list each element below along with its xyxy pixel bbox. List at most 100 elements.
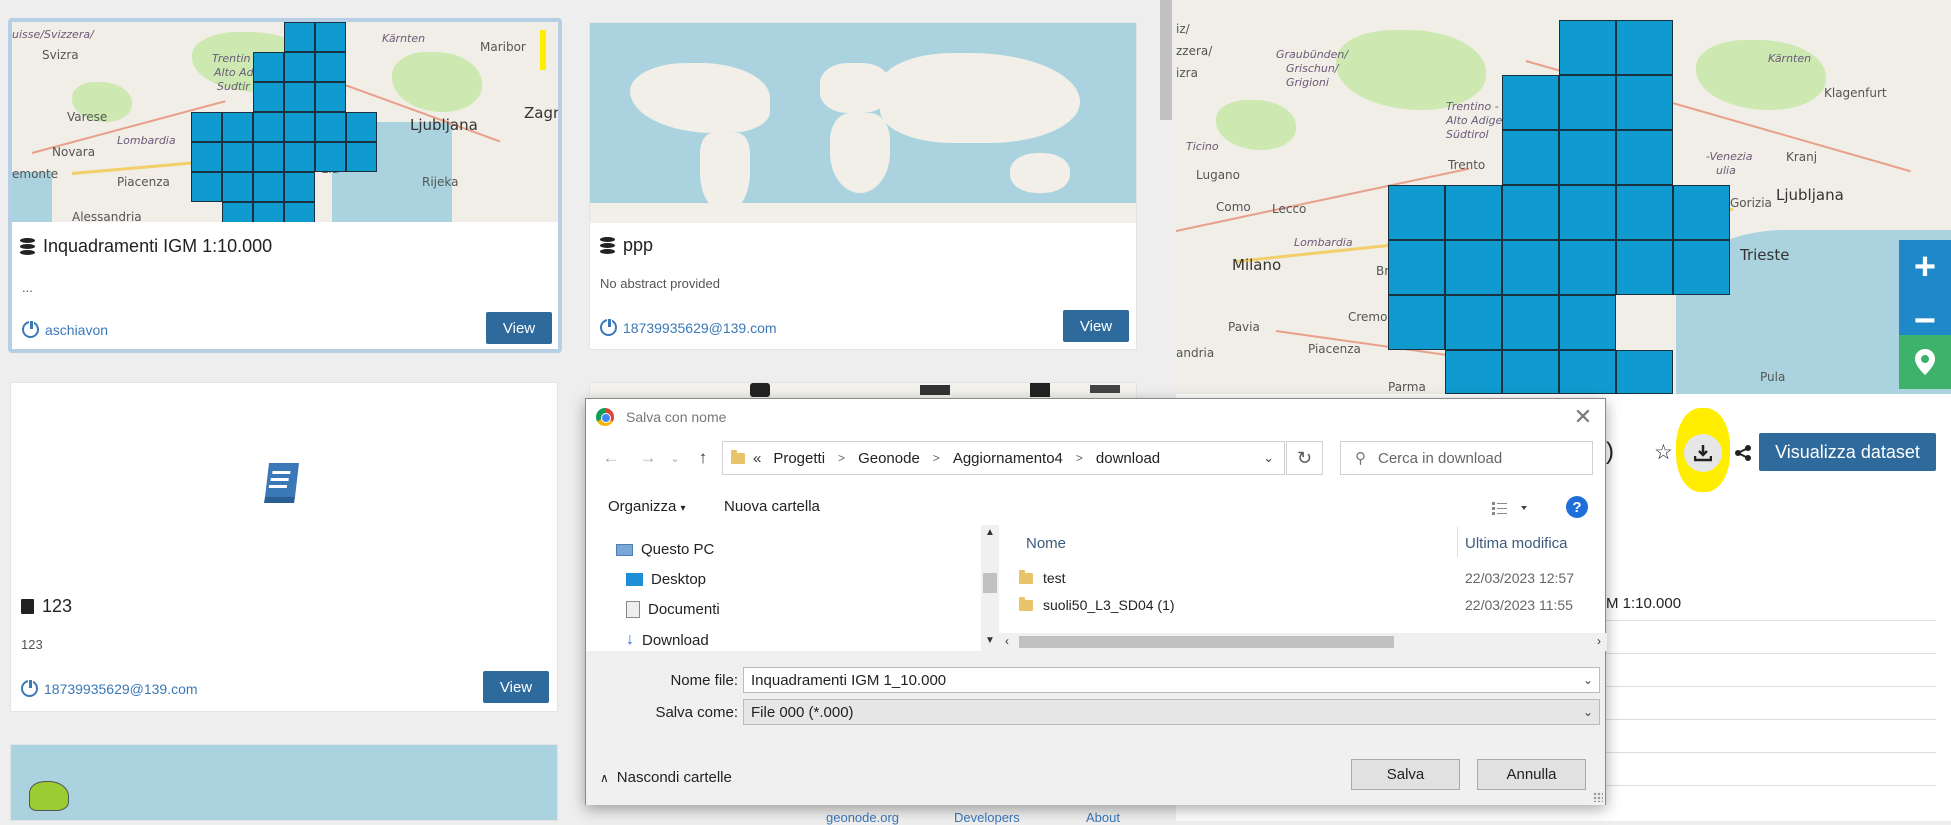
horizontal-scrollbar[interactable]: ‹ › — [999, 633, 1607, 651]
map-label: Piacenza — [117, 175, 170, 189]
save-button[interactable]: Salva — [1351, 759, 1460, 790]
new-folder-button[interactable]: Nuova cartella — [724, 498, 820, 515]
recent-chevron-icon[interactable]: ⌄ — [664, 445, 686, 471]
up-arrow-icon[interactable]: ↑ — [692, 445, 714, 471]
save-as-dialog[interactable]: Salva con nome ✕ ← → ⌄ ↑ « Progetti > Geo… — [585, 398, 1607, 805]
card-title-text: 123 — [42, 596, 73, 616]
map-label: Pula — [1760, 370, 1786, 384]
dialog-titlebar[interactable]: Salva con nome ✕ — [586, 399, 1605, 435]
breadcrumb-item[interactable]: download — [1096, 450, 1160, 467]
map-label: Parma — [1388, 380, 1426, 394]
documents-icon — [626, 601, 640, 618]
map-label: iz/ — [1176, 22, 1190, 36]
back-arrow-icon[interactable]: ← — [600, 445, 622, 471]
breadcrumb-item[interactable]: Geonode — [858, 450, 920, 467]
user-icon — [22, 320, 39, 338]
tree-scrollbar[interactable]: ▲ ▼ — [981, 525, 999, 651]
map-label: Südtirol — [1446, 128, 1489, 141]
dataset-card-ppp[interactable]: ppp No abstract provided 18739935629@139… — [589, 22, 1137, 350]
address-bar[interactable]: « Progetti > Geonode > Aggiornamento4 > dow… — [722, 441, 1285, 475]
resize-grip[interactable] — [1593, 792, 1603, 802]
card-title[interactable]: 123 — [21, 596, 72, 617]
cancel-button[interactable]: Annulla — [1477, 759, 1586, 790]
address-dropdown-icon[interactable]: ⌄ — [1263, 450, 1274, 466]
highlight-mark — [540, 30, 546, 70]
column-divider — [1457, 527, 1458, 557]
view-button[interactable]: View — [483, 671, 549, 703]
footer-link[interactable]: About — [1086, 810, 1120, 825]
view-button[interactable]: View — [486, 312, 552, 344]
filename-input[interactable]: Inquadramenti IGM 1_10.000 ⌄ — [743, 667, 1600, 693]
close-icon[interactable]: ✕ — [1569, 403, 1597, 431]
folder-icon — [731, 449, 745, 464]
tree-item-this-pc[interactable]: Questo PC — [616, 541, 714, 558]
card-owner[interactable]: aschiavon — [22, 320, 108, 338]
chevron-down-icon[interactable]: ⌄ — [1583, 705, 1593, 719]
file-row[interactable]: test — [1019, 569, 1066, 586]
refresh-icon[interactable]: ↻ — [1286, 441, 1323, 475]
view-options-icon[interactable] — [1491, 500, 1531, 516]
tree-label: Desktop — [651, 571, 707, 588]
view-button[interactable]: View — [1063, 310, 1129, 342]
file-row[interactable]: suoli50_L3_SD04 (1) — [1019, 596, 1175, 613]
forward-arrow-icon[interactable]: → — [637, 445, 659, 471]
file-name: suoli50_L3_SD04 (1) — [1043, 597, 1175, 613]
tree-item-documents[interactable]: Documenti — [626, 601, 720, 618]
desktop-icon — [626, 573, 643, 586]
zoom-in-button[interactable]: + — [1899, 240, 1951, 294]
map-label: Piacenza — [1308, 342, 1361, 356]
card-title[interactable]: ppp — [600, 235, 653, 256]
file-list[interactable]: Nome Ultima modifica test 22/03/2023 12:… — [999, 525, 1607, 651]
savetype-select[interactable]: File 000 (*.000) ⌄ — [743, 699, 1600, 725]
organize-menu[interactable]: Organizza ▾ — [608, 498, 686, 515]
tree-label: Questo PC — [641, 541, 715, 558]
card-owner[interactable]: 18739935629@139.com — [21, 679, 198, 697]
address-overflow[interactable]: « — [753, 450, 761, 467]
file-modified: 22/03/2023 12:57 — [1465, 570, 1574, 586]
breadcrumb-item[interactable]: Aggiornamento4 — [953, 450, 1063, 467]
document-card-123[interactable]: 123 123 18739935629@139.com View — [10, 382, 558, 712]
card-abstract: 123 — [21, 637, 43, 652]
dataset-card-igm[interactable]: uisse/Svizzera/ Svizra Trentin Alto Adig… — [8, 18, 562, 353]
divider — [1606, 719, 1936, 720]
divider — [1606, 752, 1936, 753]
card-title[interactable]: Inquadramenti IGM 1:10.000 — [20, 236, 272, 257]
card-owner-name: 18739935629@139.com — [44, 680, 198, 697]
locate-button[interactable] — [1899, 335, 1951, 389]
tree-item-download[interactable]: ↓ Download — [626, 631, 709, 649]
partial-char: ) — [1606, 438, 1614, 465]
share-icon[interactable] — [1734, 444, 1752, 467]
user-icon — [600, 318, 617, 336]
favorite-star-icon[interactable]: ☆ — [1654, 440, 1673, 465]
chevron-down-icon[interactable]: ⌄ — [1583, 673, 1593, 687]
savetype-label: Salva come: — [655, 704, 738, 721]
search-input[interactable]: ⚲ Cerca in download — [1340, 441, 1593, 475]
map-label: Trieste — [1740, 246, 1790, 264]
folder-icon — [1019, 569, 1033, 584]
savetype-value: File 000 (*.000) — [751, 703, 854, 721]
column-header-modified[interactable]: Ultima modifica — [1465, 535, 1568, 552]
navigation-tree[interactable]: Questo PC Desktop Documenti ↓ Download ▲… — [586, 525, 999, 651]
search-icon: ⚲ — [1355, 450, 1366, 467]
dataset-card-partial[interactable] — [10, 744, 558, 821]
card-thumbnail-map: uisse/Svizzera/ Svizra Trentin Alto Adig… — [12, 22, 558, 222]
tree-item-desktop[interactable]: Desktop — [626, 571, 706, 588]
download-button[interactable] — [1684, 434, 1722, 472]
footer-link[interactable]: Developers — [954, 810, 1020, 825]
map-label: Trento — [1448, 158, 1486, 172]
map-label: Lugano — [1196, 168, 1240, 182]
footer-link[interactable]: geonode.org — [826, 810, 899, 825]
breadcrumb-item[interactable]: Progetti — [773, 450, 825, 467]
chevron-up-icon: ∧ — [600, 770, 609, 785]
detail-map[interactable]: iz/ zzera/ izra Graubünden/ Grischun/ Gr… — [1176, 0, 1951, 394]
column-header-name[interactable]: Nome — [1026, 535, 1066, 552]
folder-icon — [1019, 596, 1033, 611]
hide-folders-toggle[interactable]: ∧ Nascondi cartelle — [600, 769, 732, 786]
help-icon[interactable]: ? — [1566, 496, 1588, 518]
filename-value: Inquadramenti IGM 1_10.000 — [751, 671, 947, 689]
download-icon — [1694, 445, 1712, 462]
map-label: andria — [1176, 346, 1215, 360]
card-title-text: Inquadramenti IGM 1:10.000 — [43, 236, 273, 256]
visualize-dataset-button[interactable]: Visualizza dataset — [1759, 433, 1936, 471]
card-owner[interactable]: 18739935629@139.com — [600, 318, 777, 336]
